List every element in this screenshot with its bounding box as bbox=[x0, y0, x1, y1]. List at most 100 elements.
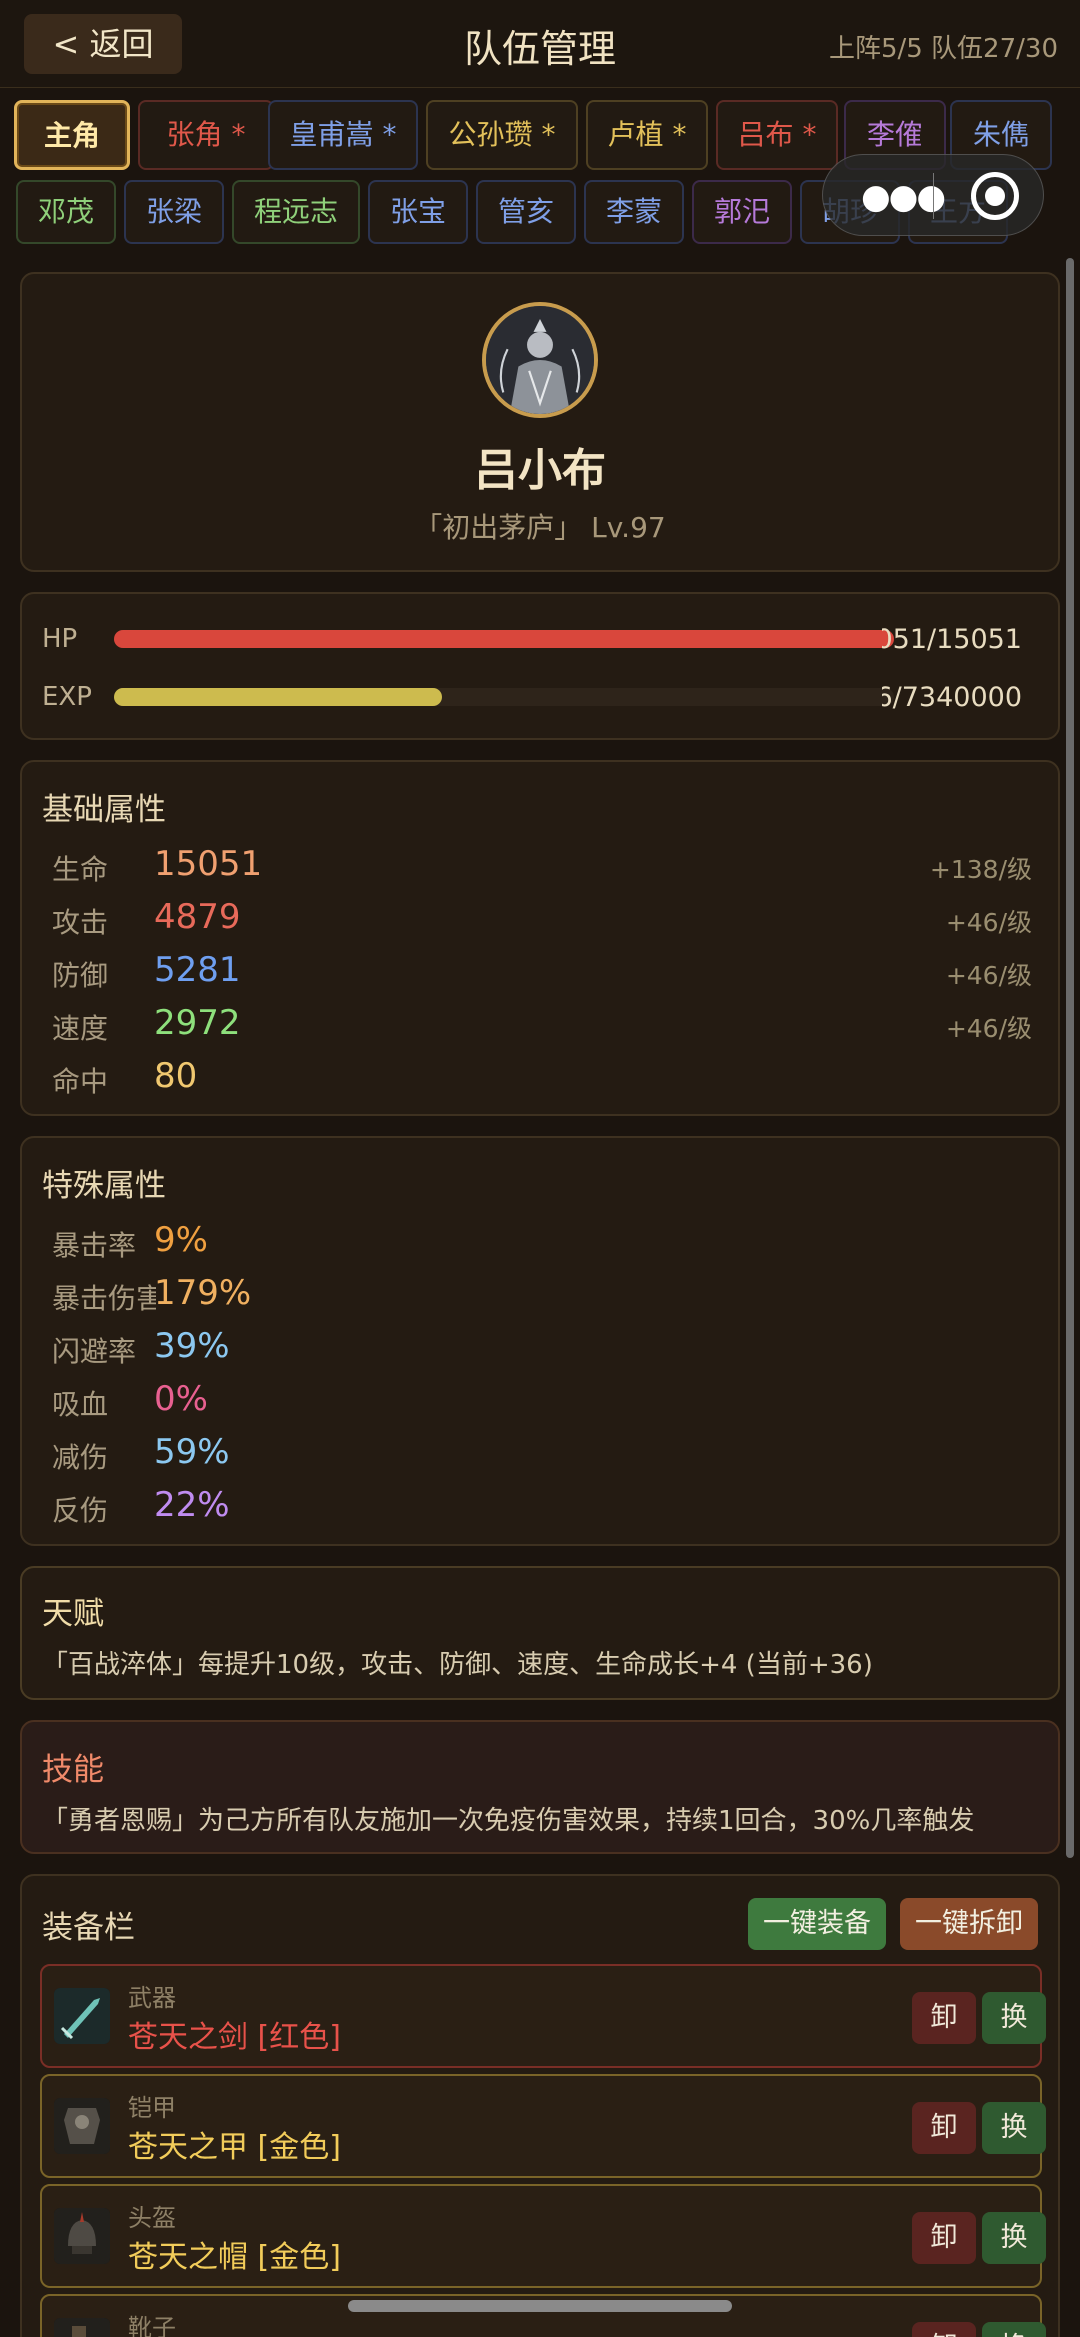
equipment-title: 装备栏 bbox=[42, 1910, 135, 1946]
hero-avatar bbox=[482, 302, 598, 418]
hp-bar-fill bbox=[114, 630, 894, 648]
unequip-button[interactable]: 卸 bbox=[912, 2322, 976, 2337]
armor-icon bbox=[54, 2098, 110, 2154]
capsule-divider bbox=[933, 173, 934, 219]
stat-name: 攻击 bbox=[52, 906, 109, 939]
stat-row-accuracy: 命中 80 bbox=[52, 1054, 1032, 1098]
stat-name: 速度 bbox=[52, 1012, 109, 1045]
tab-hero-9[interactable]: 张梁 bbox=[124, 180, 224, 244]
tab-hero-11[interactable]: 张宝 bbox=[368, 180, 468, 244]
equip-name: 苍天之剑 [红色] bbox=[128, 2020, 341, 2055]
stat-growth: +46/级 bbox=[945, 1014, 1032, 1043]
tab-hero-4[interactable]: 卢植 * bbox=[586, 100, 708, 170]
stat-name: 吸血 bbox=[52, 1388, 109, 1421]
stat-row-attack: 攻击 4879 +46/级 bbox=[52, 895, 1032, 939]
more-icon[interactable]: ●●● bbox=[861, 177, 946, 217]
tab-hero-2[interactable]: 皇甫嵩 * bbox=[268, 100, 418, 170]
stat-row-defense: 防御 5281 +46/级 bbox=[52, 948, 1032, 992]
top-bar: < 返回 队伍管理 上阵5/5 队伍27/30 bbox=[0, 0, 1080, 88]
equip-slot-label: 头盔 bbox=[128, 2204, 176, 2232]
stat-value: 59% bbox=[154, 1432, 230, 1472]
hero-card: 吕小布 「初出茅庐」 Lv.97 bbox=[20, 272, 1060, 572]
talent-desc: 「百战淬体」每提升10级，攻击、防御、速度、生命成长+4 (当前+36) bbox=[42, 1650, 873, 1680]
hp-exp-card: HP 15051/15051 EXP 2755226/7340000 bbox=[20, 592, 1060, 740]
tab-hero-14[interactable]: 郭汜 bbox=[692, 180, 792, 244]
stat-growth: +46/级 bbox=[945, 961, 1032, 990]
tab-hero-5[interactable]: 吕布 * bbox=[716, 100, 838, 170]
tab-hero-1[interactable]: 张角 * bbox=[138, 100, 274, 170]
swap-button[interactable]: 换 bbox=[982, 1992, 1046, 2044]
stat-value: 9% bbox=[154, 1220, 208, 1260]
stat-row-reflect: 反伤 22% bbox=[52, 1483, 1032, 1527]
exp-row: EXP 2755226/7340000 bbox=[40, 682, 1040, 718]
exp-label: EXP bbox=[42, 682, 92, 712]
stat-value: 2972 bbox=[154, 1003, 241, 1043]
equipment-card: 装备栏 一键装备 一键拆卸 武器 苍天之剑 [红色] 卸 换 铠甲 苍天之甲 [… bbox=[20, 1874, 1060, 2337]
tab-hero-3[interactable]: 公孙瓒 * bbox=[426, 100, 578, 170]
tab-hero-8[interactable]: 邓茂 bbox=[16, 180, 116, 244]
stat-value: 4879 bbox=[154, 897, 241, 937]
stat-name: 反伤 bbox=[52, 1494, 109, 1527]
hp-value: 15051/15051 bbox=[882, 624, 1022, 655]
stat-growth: +46/级 bbox=[945, 908, 1032, 937]
equip-slot-label: 武器 bbox=[128, 1984, 176, 2012]
scrollbar[interactable] bbox=[1066, 258, 1074, 1858]
miniprogram-capsule: ●●● bbox=[822, 154, 1044, 236]
stat-row-hp: 生命 15051 +138/级 bbox=[52, 842, 1032, 886]
stat-value: 22% bbox=[154, 1485, 230, 1525]
stat-value: 5281 bbox=[154, 950, 241, 990]
equip-slot-label: 铠甲 bbox=[128, 2094, 176, 2122]
swap-button[interactable]: 换 bbox=[982, 2212, 1046, 2264]
stat-name: 生命 bbox=[52, 853, 109, 886]
unequip-button[interactable]: 卸 bbox=[912, 2212, 976, 2264]
talent-card: 天赋 「百战淬体」每提升10级，攻击、防御、速度、生命成长+4 (当前+36) bbox=[20, 1566, 1060, 1700]
warrior-portrait-icon bbox=[486, 306, 594, 414]
skill-card: 技能 「勇者恩赐」为己方所有队友施加一次免疫伤害效果，持续1回合，30%几率触发 bbox=[20, 1720, 1060, 1854]
equip-name: 苍天之帽 [金色] bbox=[128, 2240, 341, 2275]
skill-title: 技能 bbox=[42, 1752, 104, 1788]
equip-slot-weapon[interactable]: 武器 苍天之剑 [红色] 卸 换 bbox=[40, 1964, 1046, 2068]
tab-hero-10[interactable]: 程远志 bbox=[232, 180, 360, 244]
stat-name: 闪避率 bbox=[52, 1335, 137, 1368]
special-stats-title: 特殊属性 bbox=[42, 1168, 166, 1204]
helmet-icon bbox=[54, 2208, 110, 2264]
stat-value: 15051 bbox=[154, 844, 263, 884]
equip-all-button[interactable]: 一键装备 bbox=[748, 1898, 886, 1950]
talent-title: 天赋 bbox=[42, 1596, 104, 1632]
unequip-button[interactable]: 卸 bbox=[912, 1992, 976, 2044]
tab-hero-0[interactable]: 主角 bbox=[14, 100, 130, 170]
team-count: 上阵5/5 队伍27/30 bbox=[828, 34, 1058, 64]
hp-row: HP 15051/15051 bbox=[40, 624, 1040, 660]
stat-value: 80 bbox=[154, 1056, 198, 1096]
close-target-icon[interactable] bbox=[971, 172, 1019, 220]
equip-slot-armor[interactable]: 铠甲 苍天之甲 [金色] 卸 换 bbox=[40, 2074, 1046, 2178]
unequip-button[interactable]: 卸 bbox=[912, 2102, 976, 2154]
stat-value: 39% bbox=[154, 1326, 230, 1366]
stat-name: 暴击伤害 bbox=[52, 1282, 156, 1315]
stat-row-crit-rate: 暴击率 9% bbox=[52, 1218, 1032, 1262]
stat-row-crit-damage: 暴击伤害 179% bbox=[52, 1271, 1032, 1315]
stat-name: 减伤 bbox=[52, 1441, 109, 1474]
stat-name: 防御 bbox=[52, 959, 109, 992]
hp-label: HP bbox=[42, 624, 78, 654]
tab-hero-12[interactable]: 管亥 bbox=[476, 180, 576, 244]
swap-button[interactable]: 换 bbox=[982, 2102, 1046, 2154]
hero-name: 吕小布 bbox=[474, 445, 606, 496]
swap-button[interactable]: 换 bbox=[982, 2322, 1046, 2337]
tab-hero-13[interactable]: 李蒙 bbox=[584, 180, 684, 244]
equip-name: 苍天之甲 [金色] bbox=[128, 2130, 341, 2165]
stat-value: 179% bbox=[154, 1273, 252, 1313]
stat-name: 暴击率 bbox=[52, 1229, 137, 1262]
hero-rank-level: 「初出茅庐」 Lv.97 bbox=[414, 511, 666, 544]
home-indicator[interactable] bbox=[348, 2300, 732, 2312]
basic-stats-title: 基础属性 bbox=[42, 792, 166, 828]
sword-icon bbox=[54, 1988, 110, 2044]
unequip-all-button[interactable]: 一键拆卸 bbox=[900, 1898, 1038, 1950]
boots-icon bbox=[54, 2318, 110, 2337]
exp-bar bbox=[114, 688, 894, 706]
stat-row-damage-reduction: 减伤 59% bbox=[52, 1430, 1032, 1474]
equip-slot-helmet[interactable]: 头盔 苍天之帽 [金色] 卸 换 bbox=[40, 2184, 1046, 2288]
equip-slot-label: 靴子 bbox=[128, 2314, 176, 2337]
basic-stats-card: 基础属性 生命 15051 +138/级 攻击 4879 +46/级 防御 52… bbox=[20, 760, 1060, 1116]
special-stats-card: 特殊属性 暴击率 9% 暴击伤害 179% 闪避率 39% 吸血 0% 减伤 5… bbox=[20, 1136, 1060, 1546]
